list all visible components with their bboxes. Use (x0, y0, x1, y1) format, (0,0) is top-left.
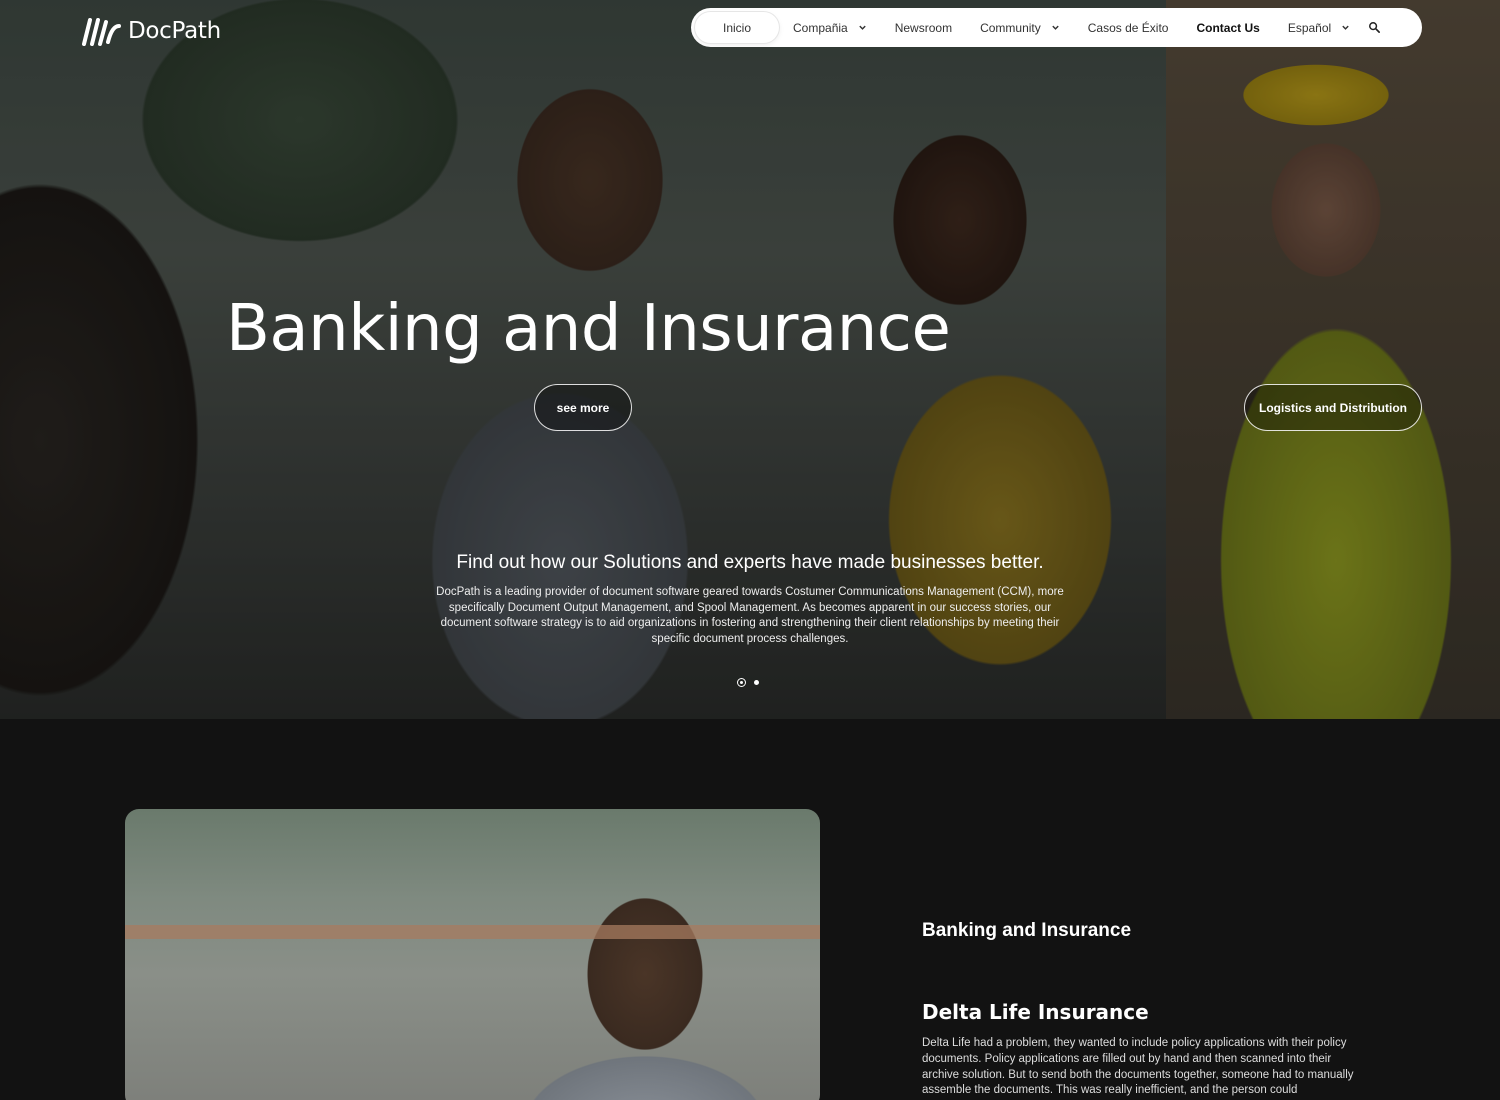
main-nav: Inicio Compañia Newsroom Community Casos… (691, 8, 1422, 47)
nav-label: Community (980, 20, 1041, 35)
hero-subtitle: Find out how our Solutions and experts h… (456, 552, 1044, 573)
nav-label: Inicio (723, 20, 752, 35)
nav-inicio[interactable]: Inicio (695, 12, 780, 43)
next-slide-button[interactable]: Logistics and Distribution (1244, 384, 1422, 431)
nav-contact-us[interactable]: Contact Us (1182, 12, 1273, 43)
hero-title: Banking and Insurance (226, 292, 951, 366)
nav-label: Español (1287, 20, 1332, 35)
nav-label: Newsroom (894, 20, 953, 35)
nav-newsroom[interactable]: Newsroom (881, 12, 966, 43)
case-study-title: Delta Life Insurance (922, 1000, 1149, 1024)
brand-logo[interactable]: DocPath (78, 14, 221, 48)
category-title: Banking and Insurance (922, 920, 1132, 941)
nav-language-select[interactable]: Español (1274, 12, 1364, 43)
nav-casos-de-exito[interactable]: Casos de Éxito (1074, 12, 1183, 43)
brand-name: DocPath (128, 18, 221, 44)
chevron-down-icon (859, 25, 866, 30)
docpath-logo-icon (82, 18, 121, 46)
nav-label: Casos de Éxito (1087, 20, 1169, 35)
nav-label: Contact Us (1196, 20, 1260, 35)
nav-community[interactable]: Community (966, 12, 1074, 43)
case-study-text: Delta Life had a problem, they wanted to… (922, 1037, 1354, 1097)
nav-label: Compañia (793, 20, 848, 35)
chevron-down-icon (1052, 25, 1059, 30)
image-background-rail (125, 925, 820, 939)
see-more-button[interactable]: see more (534, 384, 632, 431)
nav-compania[interactable]: Compañia (779, 12, 881, 43)
case-study-image (125, 809, 820, 1100)
carousel-dot-2[interactable] (754, 680, 759, 685)
carousel-dot-1[interactable] (737, 678, 746, 687)
chevron-down-icon (1342, 25, 1349, 30)
search-icon[interactable] (1368, 21, 1381, 34)
hero-description: DocPath is a leading provider of documen… (436, 586, 1064, 646)
hero-carousel: DocPath Inicio Compañia Newsroom Communi… (0, 0, 1500, 719)
carousel-dots (737, 678, 759, 687)
